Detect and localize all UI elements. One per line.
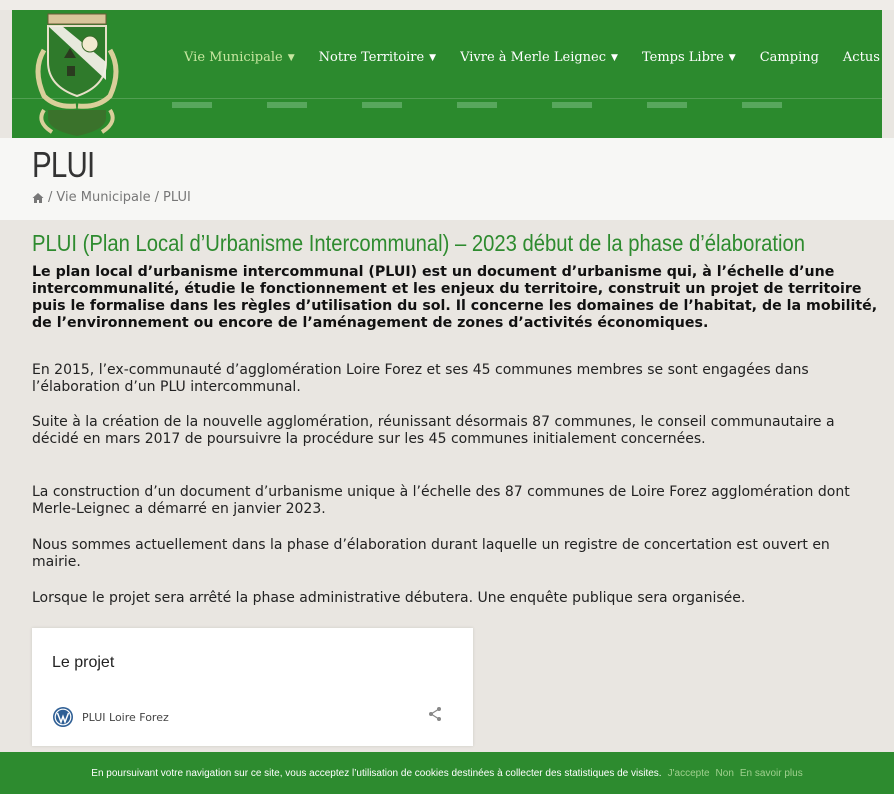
page-header: PLUI / Vie Municipale / PLUI — [0, 138, 894, 220]
nav-label: Vie Municipale — [184, 50, 283, 65]
caret-down-icon: ▼ — [429, 53, 437, 63]
main-nav-menu: Vie Municipale ▼ Notre Territoire ▼ Vivre … — [172, 50, 892, 65]
home-icon[interactable] — [32, 192, 44, 204]
article-paragraph-4: Nous sommes actuellement dans la phase d… — [32, 537, 830, 570]
cookie-decline-link[interactable]: Non — [716, 768, 734, 779]
nav-label: Notre Territoire — [318, 50, 425, 65]
article-paragraph-1: En 2015, l’ex-communauté d’agglomération… — [32, 362, 809, 395]
share-icon[interactable] — [428, 706, 442, 722]
caret-down-icon: ▼ — [728, 53, 736, 63]
top-strip — [0, 0, 894, 10]
breadcrumb-separator: / — [154, 190, 160, 205]
wordpress-icon — [53, 707, 73, 727]
article-paragraph-5: Lorsque le projet sera arrêté la phase a… — [32, 590, 746, 606]
nav-item-temps-libre[interactable]: Temps Libre ▼ — [630, 50, 748, 65]
breadcrumb-separator: / — [48, 190, 53, 205]
article-title: PLUI (Plan Local d’Urbanisme Intercommun… — [32, 230, 805, 256]
card-source-label: PLUI Loire Forez — [82, 710, 169, 724]
cookie-message: En poursuivant votre navigation sur ce s… — [91, 767, 662, 779]
nav-item-camping[interactable]: Camping — [748, 50, 831, 65]
caret-down-icon: ▼ — [287, 53, 295, 63]
nav-item-notre-territoire[interactable]: Notre Territoire ▼ — [307, 50, 448, 65]
nav-item-actus[interactable]: Actus — [831, 50, 892, 65]
card-source[interactable]: PLUI Loire Forez — [52, 706, 169, 728]
main-navbar: Vie Municipale ▼ Notre Territoire ▼ Vivre … — [12, 10, 882, 139]
caret-down-icon: ▼ — [611, 53, 618, 63]
nav-item-vivre-a-merle-leignec[interactable]: Vivre à Merle Leignec ▼ — [448, 50, 630, 65]
cookie-accept-link[interactable]: J'accepte — [668, 768, 710, 779]
breadcrumb-current: PLUI — [163, 190, 191, 205]
article-paragraph-2: Suite à la création de la nouvelle agglo… — [32, 414, 835, 447]
nav-label: Temps Libre — [641, 50, 724, 65]
card-title[interactable]: Le projet — [52, 654, 114, 672]
embedded-link-card[interactable]: Le projet PLUI Loire Forez — [32, 628, 473, 746]
article-paragraph-3: La construction d’un document d’urbanism… — [32, 484, 850, 517]
breadcrumb: / Vie Municipale / PLUI — [32, 190, 191, 205]
breadcrumb-link-vie-municipale[interactable]: Vie Municipale — [56, 190, 150, 205]
article-lead-paragraph: Le plan local d’urbanisme intercommunal … — [32, 264, 878, 331]
cookie-consent-banner: En poursuivant votre navigation sur ce s… — [0, 752, 894, 794]
nav-item-vie-municipale[interactable]: Vie Municipale ▼ — [172, 50, 307, 65]
page-title: PLUI — [32, 144, 95, 185]
municipal-crest-logo[interactable] — [26, 10, 126, 138]
navbar-ghost-row — [172, 102, 812, 108]
cookie-more-info-link[interactable]: En savoir plus — [740, 768, 803, 779]
nav-label: Vivre à Merle Leignec — [460, 50, 607, 65]
